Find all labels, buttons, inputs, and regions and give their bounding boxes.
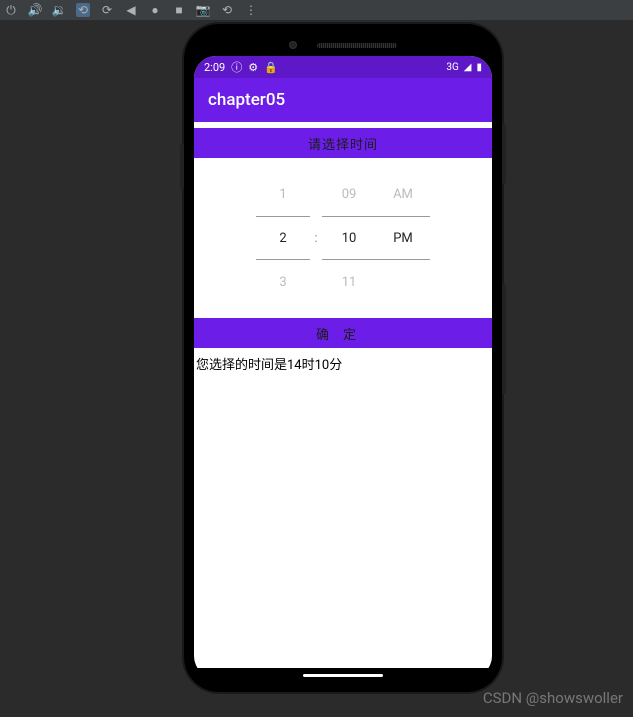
confirm-label: 确定 [316, 324, 370, 343]
hour-next[interactable]: 3 [256, 260, 310, 304]
ampm-next[interactable] [376, 260, 430, 304]
phone-side-button-right-2 [502, 284, 506, 394]
minute-selected[interactable]: 10 [322, 216, 376, 260]
phone-side-button-left [180, 144, 184, 189]
volume-up-icon[interactable]: 🔊 [28, 3, 42, 17]
ampm-selected[interactable]: PM [376, 216, 430, 260]
front-camera-icon [289, 41, 297, 49]
speaker-grill-icon [317, 43, 397, 48]
status-gear-icon: ⚙ [248, 61, 258, 74]
select-time-button[interactable]: 请选择时间 [194, 128, 492, 158]
power-icon[interactable]: ⏻ [4, 3, 18, 17]
app-bar: chapter05 [194, 78, 492, 122]
back-icon[interactable]: ◀ [124, 3, 138, 17]
time-colon: : [310, 231, 322, 246]
rotate-right-icon[interactable]: ⟳ [100, 3, 114, 17]
result-text: 您选择的时间是14时10分 [194, 348, 492, 379]
battery-icon: ▮ [476, 62, 482, 73]
minute-picker-column[interactable]: 09 10 11 [322, 172, 376, 304]
watermark: CSDN @showswoller [483, 689, 623, 707]
status-info-icon: ⓘ [231, 59, 242, 75]
status-time: 2:09 [204, 61, 225, 74]
select-time-label: 请选择时间 [308, 134, 378, 153]
nav-pill-icon[interactable] [303, 674, 383, 677]
stop-icon[interactable]: ■ [172, 3, 186, 17]
confirm-button[interactable]: 确定 [194, 318, 492, 348]
minute-next[interactable]: 11 [322, 260, 376, 304]
volume-down-icon[interactable]: 🔉 [52, 3, 66, 17]
ampm-prev[interactable]: AM [376, 172, 430, 216]
android-status-bar: 2:09 ⓘ ⚙ 🔒 3G ◢ ▮ [194, 56, 492, 78]
android-nav-bar[interactable] [194, 668, 492, 682]
phone-top-bezel [194, 34, 492, 56]
rotate-left-icon[interactable]: ⟲ [76, 3, 90, 17]
app-title: chapter05 [208, 90, 285, 110]
ide-toolbar: ⏻ 🔊 🔉 ⟲ ⟳ ◀ ● ■ 📷 ⟲ ⋮ [0, 0, 633, 20]
rewind-icon[interactable]: ⟲ [220, 3, 234, 17]
phone-emulator-frame: 2:09 ⓘ ⚙ 🔒 3G ◢ ▮ chapter05 请选择时间 [184, 24, 502, 692]
phone-side-button-right-1 [502, 124, 506, 184]
record-icon[interactable]: ● [148, 3, 162, 17]
more-icon[interactable]: ⋮ [244, 3, 258, 17]
status-lock-icon: 🔒 [264, 61, 278, 74]
hour-selected[interactable]: 2 [256, 216, 310, 260]
hour-prev[interactable]: 1 [256, 172, 310, 216]
network-label: 3G [446, 62, 458, 73]
signal-icon: ◢ [464, 62, 472, 73]
time-picker[interactable]: 1 2 3 : 09 10 11 AM PM [194, 158, 492, 318]
ampm-picker-column[interactable]: AM PM [376, 172, 430, 304]
minute-prev[interactable]: 09 [322, 172, 376, 216]
hour-picker-column[interactable]: 1 2 3 [256, 172, 310, 304]
phone-screen: 2:09 ⓘ ⚙ 🔒 3G ◢ ▮ chapter05 请选择时间 [194, 56, 492, 678]
camera-icon[interactable]: 📷 [196, 3, 210, 17]
app-content: 请选择时间 1 2 3 : 09 10 11 AM PM [194, 122, 492, 678]
